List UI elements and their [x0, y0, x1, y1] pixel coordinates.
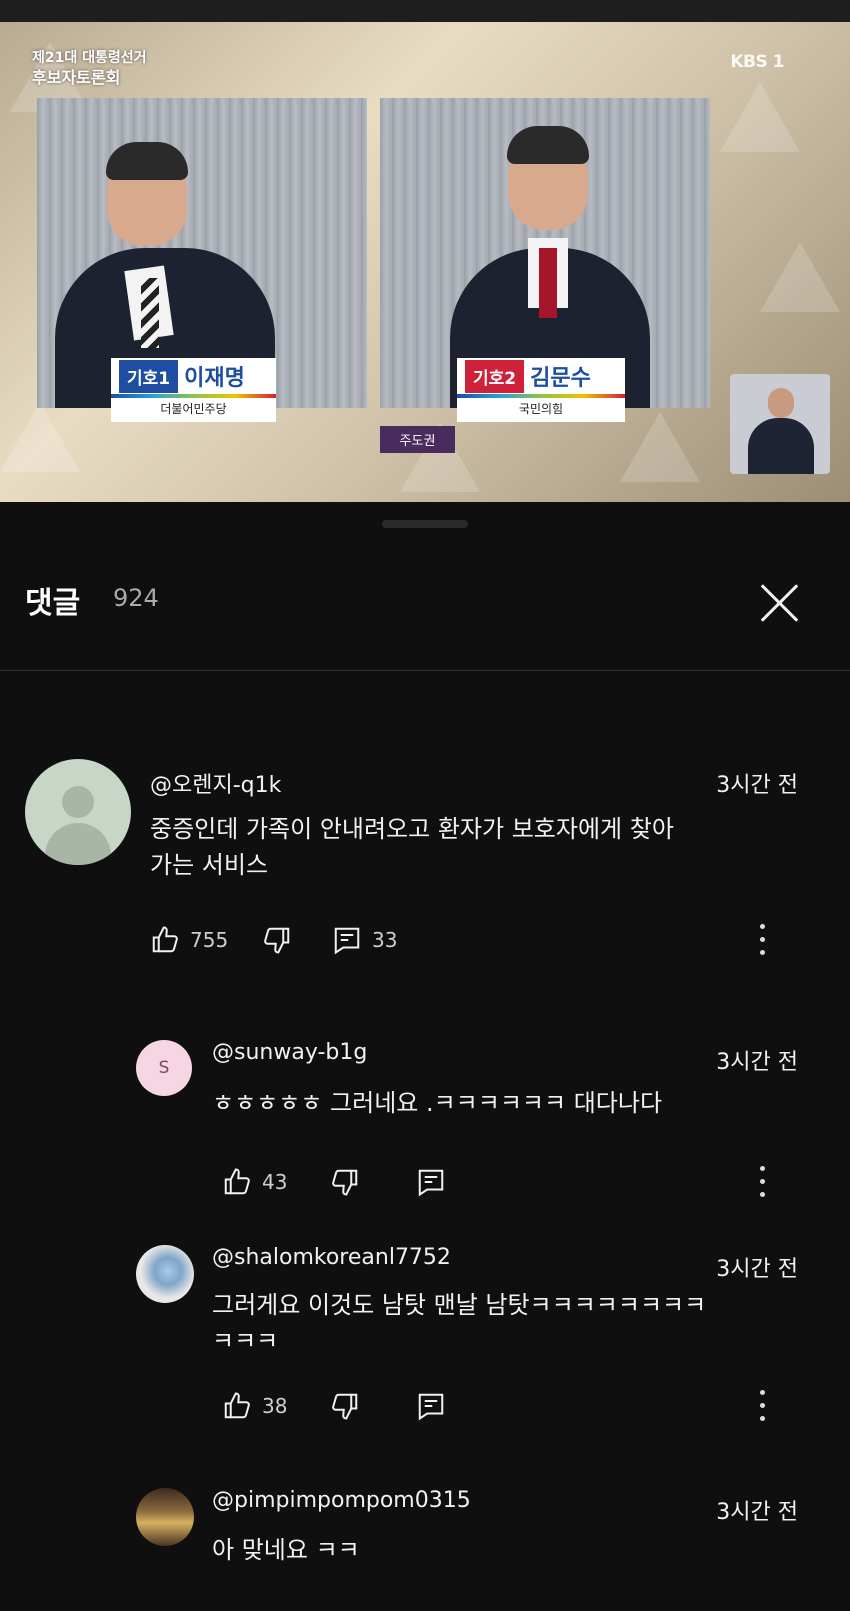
video-player[interactable]: 제21대 대통령선거 후보자토론회 KBS 1 기호1 이재명 더불어민주당 주…	[0, 22, 850, 502]
candidate2-name: 김문수	[530, 366, 591, 391]
comment-text-line1: 그러게요 이것도 남탓 맨날 남탓ㅋㅋㅋㅋㅋㅋㅋㅋ	[212, 1291, 707, 1319]
avatar[interactable]	[136, 1488, 194, 1546]
close-icon[interactable]	[758, 580, 802, 624]
broadcaster-logo: KBS 1	[730, 52, 784, 72]
candidate1-party: 더불어민주당	[160, 402, 227, 416]
like-button[interactable]: 38	[222, 1386, 287, 1426]
candidate1-name: 이재명	[184, 366, 245, 391]
more-options-icon[interactable]	[757, 1386, 767, 1426]
like-button[interactable]: 755	[150, 920, 228, 960]
avatar[interactable]: S	[136, 1040, 192, 1096]
thumbs-up-icon	[152, 926, 178, 953]
more-options-icon[interactable]	[757, 1162, 767, 1202]
candidate2-nameplate: 기호2 김문수 국민의힘	[457, 358, 625, 422]
comment-author[interactable]: @pimpimpompom0315	[212, 1488, 471, 1513]
like-button[interactable]: 43	[222, 1162, 287, 1202]
thumbs-down-icon	[264, 927, 290, 954]
sign-language-interpreter	[730, 374, 830, 474]
like-count: 43	[262, 1170, 288, 1194]
comment-time: 3시간 전	[716, 773, 798, 798]
thumbs-down-icon	[332, 1169, 358, 1196]
like-count: 38	[262, 1394, 288, 1418]
comment-text-line1: 중증인데 가족이 안내려오고 환자가 보호자에게 찾아	[150, 815, 674, 843]
candidate1-nameplate: 기호1 이재명 더불어민주당	[111, 358, 276, 422]
program-title-line2: 후보자토론회	[32, 68, 121, 87]
comment-time: 3시간 전	[716, 1257, 798, 1282]
program-title: 제21대 대통령선거 후보자토론회	[32, 48, 147, 88]
comments-count: 924	[113, 584, 159, 612]
comment-author[interactable]: @sunway-b1g	[212, 1040, 367, 1065]
thumbs-down-icon	[332, 1393, 358, 1420]
comment-icon	[418, 1393, 444, 1421]
candidate2-party: 국민의힘	[518, 402, 564, 416]
status-bar	[0, 0, 850, 22]
comment-text-line1: 아 맞네요 ㅋㅋ	[212, 1536, 360, 1564]
reply-button[interactable]: 33	[332, 920, 397, 960]
reply-button[interactable]	[416, 1386, 446, 1426]
more-options-icon[interactable]	[757, 920, 767, 960]
comment-text-line2: ㅋㅋㅋ	[212, 1327, 279, 1355]
reply-button[interactable]	[416, 1162, 446, 1202]
dislike-button[interactable]	[262, 920, 292, 960]
avatar[interactable]	[25, 759, 131, 865]
comments-title: 댓글	[25, 586, 81, 621]
thumbs-up-icon	[224, 1392, 250, 1419]
comment-text-line2: 가는 서비스	[150, 851, 269, 879]
candidate1-number: 기호1	[119, 359, 179, 393]
speaker-tag: 주도권	[380, 426, 455, 453]
comments-header: 댓글 924	[0, 560, 850, 671]
candidate2-number: 기호2	[465, 359, 525, 393]
avatar[interactable]	[136, 1245, 194, 1303]
comment-icon	[334, 927, 360, 955]
dislike-button[interactable]	[330, 1162, 360, 1202]
like-count: 755	[190, 928, 229, 952]
comment-author[interactable]: @오렌지-q1k	[150, 767, 281, 799]
drag-handle[interactable]	[382, 520, 468, 528]
reply-count: 33	[372, 928, 398, 952]
comment-time: 3시간 전	[716, 1500, 798, 1525]
thumbs-up-icon	[224, 1168, 250, 1195]
dislike-button[interactable]	[330, 1386, 360, 1426]
comment-text-line1: ㅎㅎㅎㅎㅎ 그러네요 .ㅋㅋㅋㅋㅋㅋ 대다나다	[212, 1089, 663, 1117]
program-title-line1: 제21대 대통령선거	[32, 50, 147, 66]
comment-author[interactable]: @shalomkoreanl7752	[212, 1245, 451, 1270]
comment-time: 3시간 전	[716, 1050, 798, 1075]
comment-icon	[418, 1169, 444, 1197]
